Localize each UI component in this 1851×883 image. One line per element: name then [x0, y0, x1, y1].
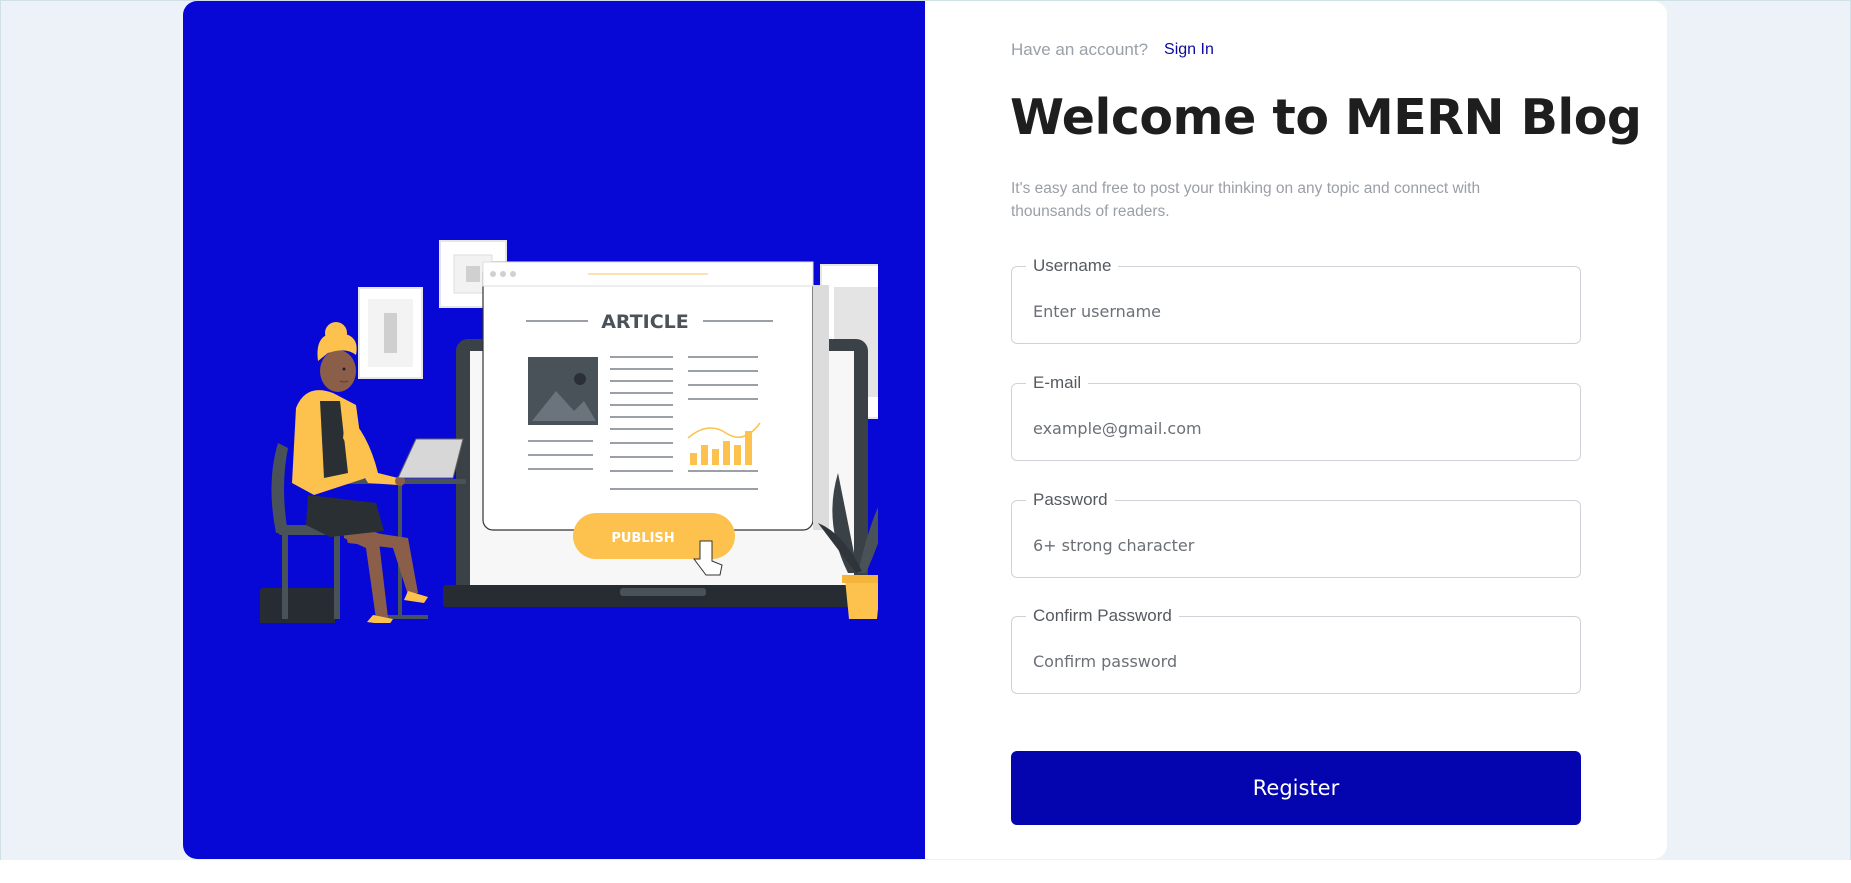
publish-label: PUBLISH [611, 531, 674, 546]
confirm-password-input[interactable] [1012, 617, 1580, 693]
register-form-panel: Have an account? Sign In Welcome to MERN… [925, 1, 1667, 859]
account-prompt-text: Have an account? [1011, 40, 1149, 59]
page-title: Welcome to MERN Blog [1010, 89, 1642, 146]
account-prompt-line: Have an account? Sign In [1011, 40, 1214, 60]
username-field: Username [1011, 255, 1581, 344]
username-input[interactable] [1012, 267, 1580, 343]
register-button[interactable]: Register [1011, 751, 1581, 825]
page-subtitle: It's easy and free to post your thinking… [1011, 180, 1481, 220]
blogger-illustration: ARTICLE PUBLISH [260, 240, 878, 623]
password-input[interactable] [1012, 501, 1580, 577]
article-heading: ARTICLE [601, 311, 689, 333]
password-field: Password [1011, 489, 1581, 578]
signin-link[interactable]: Sign In [1164, 41, 1214, 59]
illustration-panel: ARTICLE PUBLISH [183, 1, 925, 859]
confirm-password-field: Confirm Password [1011, 605, 1581, 694]
email-input[interactable] [1012, 384, 1580, 460]
register-card: ARTICLE PUBLISH Have an account? Sign In… [183, 1, 1667, 859]
email-field: E-mail [1011, 372, 1581, 461]
